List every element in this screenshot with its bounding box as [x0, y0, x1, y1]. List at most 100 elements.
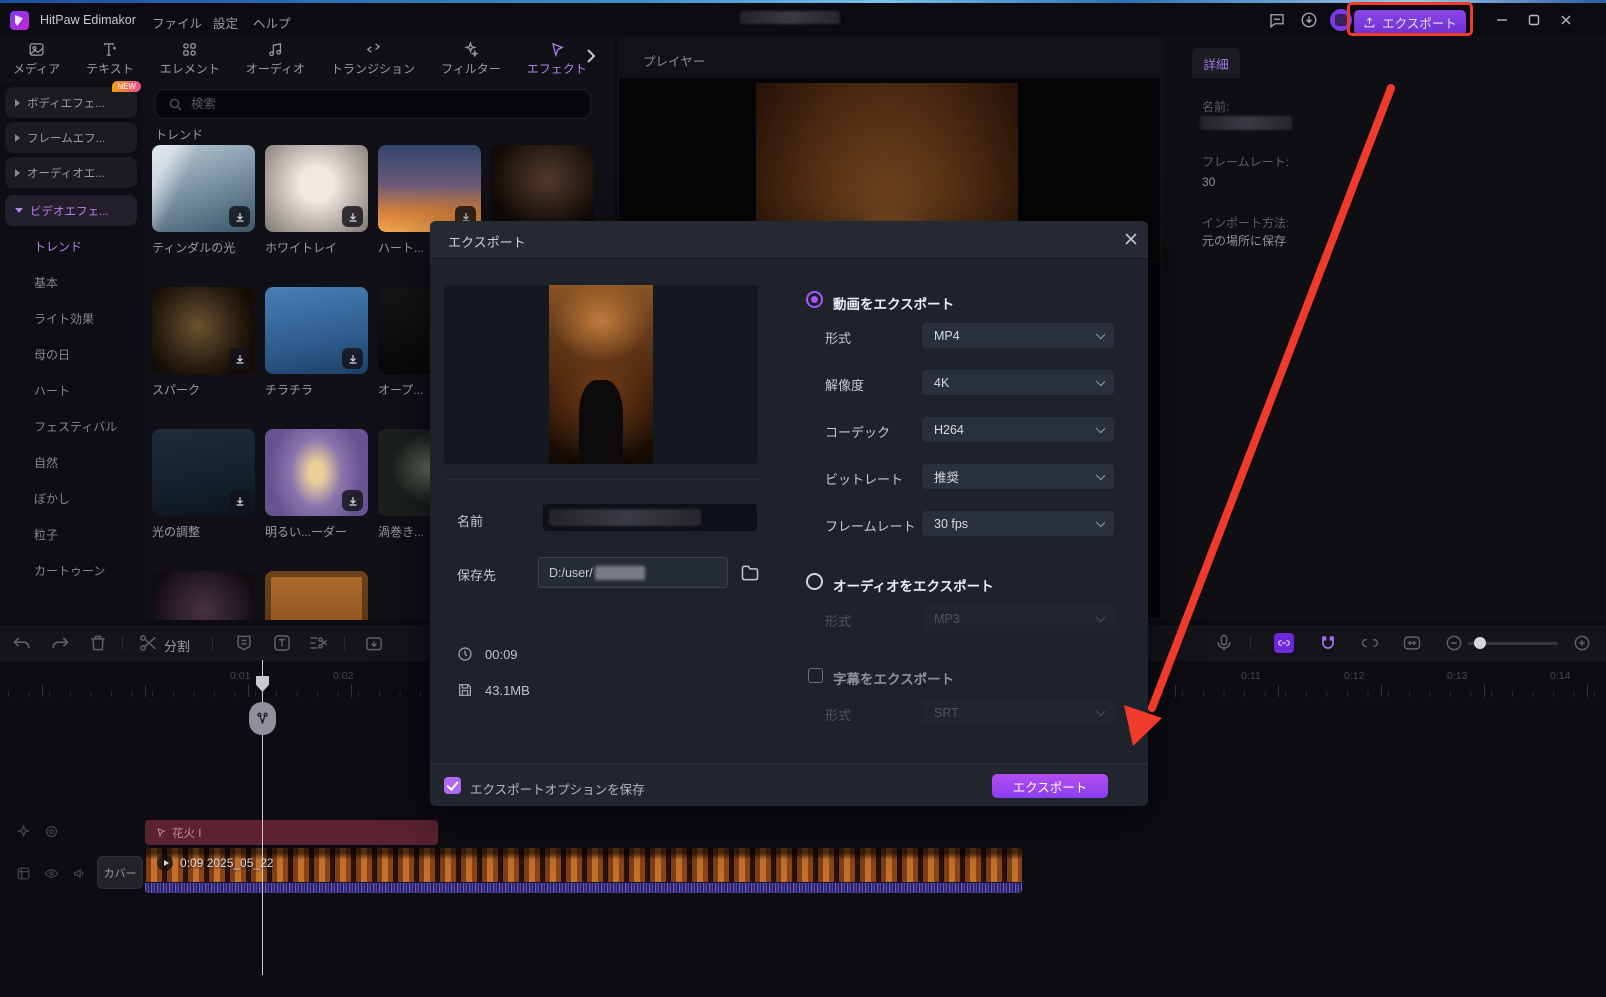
video-resolution-dropdown[interactable]: 4K — [922, 370, 1114, 395]
zoom-out-icon[interactable] — [1444, 633, 1464, 653]
close-icon[interactable] — [1559, 13, 1573, 27]
sidebar-item-light[interactable]: ライト効果 — [34, 310, 94, 327]
magnet-icon[interactable] — [1318, 633, 1338, 653]
multi-split-icon[interactable] — [308, 633, 328, 653]
subtitle-export-checkbox[interactable] — [808, 668, 823, 683]
fit-timeline-icon[interactable] — [1402, 633, 1422, 653]
unlink-icon[interactable] — [1360, 633, 1380, 653]
delete-icon[interactable] — [88, 633, 108, 653]
effect-thumbnail[interactable] — [152, 429, 255, 516]
sidebar-item-mothersday[interactable]: 母の日 — [34, 346, 70, 363]
search-box[interactable] — [155, 89, 591, 119]
video-track-mute-icon[interactable] — [72, 866, 87, 881]
effect-thumbnail[interactable] — [152, 145, 255, 232]
sidebar-item-festival[interactable]: フェスティバル — [34, 418, 117, 435]
save-options-checkbox[interactable] — [444, 777, 461, 794]
maximize-icon[interactable] — [1527, 13, 1541, 27]
split-label[interactable]: 分割 — [164, 636, 190, 656]
effect-card[interactable]: ティンダルの光 — [152, 145, 255, 256]
sidebar-group-frame-effects[interactable]: フレームエフ... — [5, 122, 137, 153]
zoom-in-icon[interactable] — [1572, 633, 1592, 653]
effect-thumbnail[interactable] — [491, 145, 594, 232]
effect-clip[interactable]: 花火 I — [145, 820, 438, 845]
timeline-zoom-slider[interactable] — [1468, 642, 1558, 645]
effect-card[interactable]: ホワイトレイ — [265, 145, 368, 256]
marker-icon[interactable] — [234, 633, 254, 653]
tab-media[interactable]: メディア — [0, 41, 73, 77]
effect-card[interactable]: スパーク — [152, 287, 255, 398]
effect-card[interactable] — [152, 571, 255, 620]
minimize-icon[interactable] — [1495, 13, 1509, 27]
download-badge[interactable] — [229, 348, 250, 369]
dropdown-value: 推奨 — [934, 467, 959, 486]
video-export-radio[interactable] — [806, 291, 823, 308]
tab-details[interactable]: 詳細 — [1192, 48, 1240, 78]
sidebar-group-video-effects[interactable]: ビデオエフェ... — [5, 195, 137, 226]
tab-audio[interactable]: オーディオ — [233, 41, 318, 77]
video-format-dropdown[interactable]: MP4 — [922, 323, 1114, 348]
chevron-right-icon[interactable] — [583, 48, 599, 64]
effect-thumbnail[interactable] — [152, 571, 255, 620]
video-track-visibility-icon[interactable] — [44, 866, 59, 881]
sidebar-item-trend[interactable]: トレンド — [34, 238, 82, 255]
ruler-label: 0:01 — [230, 670, 250, 682]
effect-thumbnail[interactable] — [265, 145, 368, 232]
download-badge[interactable] — [229, 490, 250, 511]
avatar[interactable] — [1330, 9, 1352, 31]
record-voiceover-icon[interactable] — [1214, 633, 1234, 653]
redo-icon[interactable] — [50, 633, 70, 653]
cover-button[interactable]: カバー — [97, 856, 143, 889]
effect-card[interactable]: 光の調整 — [152, 429, 255, 540]
effect-card[interactable]: チラチラ — [265, 287, 368, 398]
download-badge[interactable] — [342, 348, 363, 369]
video-bitrate-dropdown[interactable]: 推奨 — [922, 464, 1114, 489]
export-save-path-input[interactable]: D:/user/ — [538, 557, 728, 588]
download-icon[interactable] — [1300, 11, 1318, 29]
tab-filters[interactable]: フィルター — [428, 41, 514, 77]
sidebar-item-cartoon[interactable]: カートゥーン — [34, 562, 105, 579]
effect-card[interactable]: 明るい...ーダー — [265, 429, 368, 540]
zoom-slider-knob[interactable] — [1474, 637, 1486, 649]
feedback-icon[interactable] — [1268, 11, 1286, 29]
text-tool-icon[interactable] — [272, 633, 292, 653]
effect-thumbnail[interactable] — [265, 287, 368, 374]
menu-settings[interactable]: 設定 — [213, 13, 238, 32]
effect-thumbnail[interactable] — [265, 571, 368, 620]
subtitle-format-label: 形式 — [825, 705, 851, 724]
tab-text[interactable]: テキスト — [73, 41, 147, 77]
sidebar-item-heart[interactable]: ハート — [34, 382, 70, 399]
sidebar-item-nature[interactable]: 自然 — [34, 454, 58, 471]
download-badge[interactable] — [342, 490, 363, 511]
export-name-input[interactable] — [543, 504, 757, 531]
download-badge[interactable] — [342, 206, 363, 227]
ruler-label: 0:02 — [333, 670, 353, 682]
effect-card[interactable] — [265, 571, 368, 620]
download-badge[interactable] — [229, 206, 250, 227]
undo-icon[interactable] — [12, 633, 32, 653]
tab-transitions[interactable]: トランジション — [318, 41, 428, 77]
audio-export-radio[interactable] — [806, 573, 823, 590]
video-clip[interactable]: 0:09 2025_05_22 — [145, 848, 1022, 893]
export-frame-icon[interactable] — [364, 633, 384, 653]
sidebar-group-audio-effects[interactable]: オーディオエ... — [5, 157, 137, 188]
effect-thumbnail[interactable] — [265, 429, 368, 516]
folder-icon[interactable] — [740, 563, 760, 583]
effect-thumbnail[interactable] — [152, 287, 255, 374]
split-scissors-icon[interactable] — [138, 633, 158, 653]
sidebar-item-basic[interactable]: 基本 — [34, 274, 58, 291]
link-icon[interactable] — [1274, 633, 1294, 653]
menu-help[interactable]: ヘルプ — [253, 13, 291, 32]
export-top-button[interactable]: エクスポート — [1354, 10, 1466, 35]
sidebar-item-particle[interactable]: 粒子 — [34, 526, 58, 543]
search-input[interactable] — [191, 97, 521, 111]
video-codec-dropdown[interactable]: H264 — [922, 417, 1114, 442]
menu-file[interactable]: ファイル — [152, 13, 202, 32]
sidebar-group-body-effects[interactable]: ボディエフェ... NEW — [5, 87, 137, 118]
export-confirm-button[interactable]: エクスポート — [992, 774, 1108, 798]
effect-track-visibility-icon[interactable] — [44, 824, 59, 839]
effect-thumbnail[interactable] — [378, 145, 481, 232]
sidebar-item-blur[interactable]: ぼかし — [34, 490, 70, 507]
tab-elements[interactable]: エレメント — [147, 41, 233, 77]
dialog-close-icon[interactable] — [1123, 231, 1139, 247]
video-framerate-dropdown[interactable]: 30 fps — [922, 511, 1114, 536]
